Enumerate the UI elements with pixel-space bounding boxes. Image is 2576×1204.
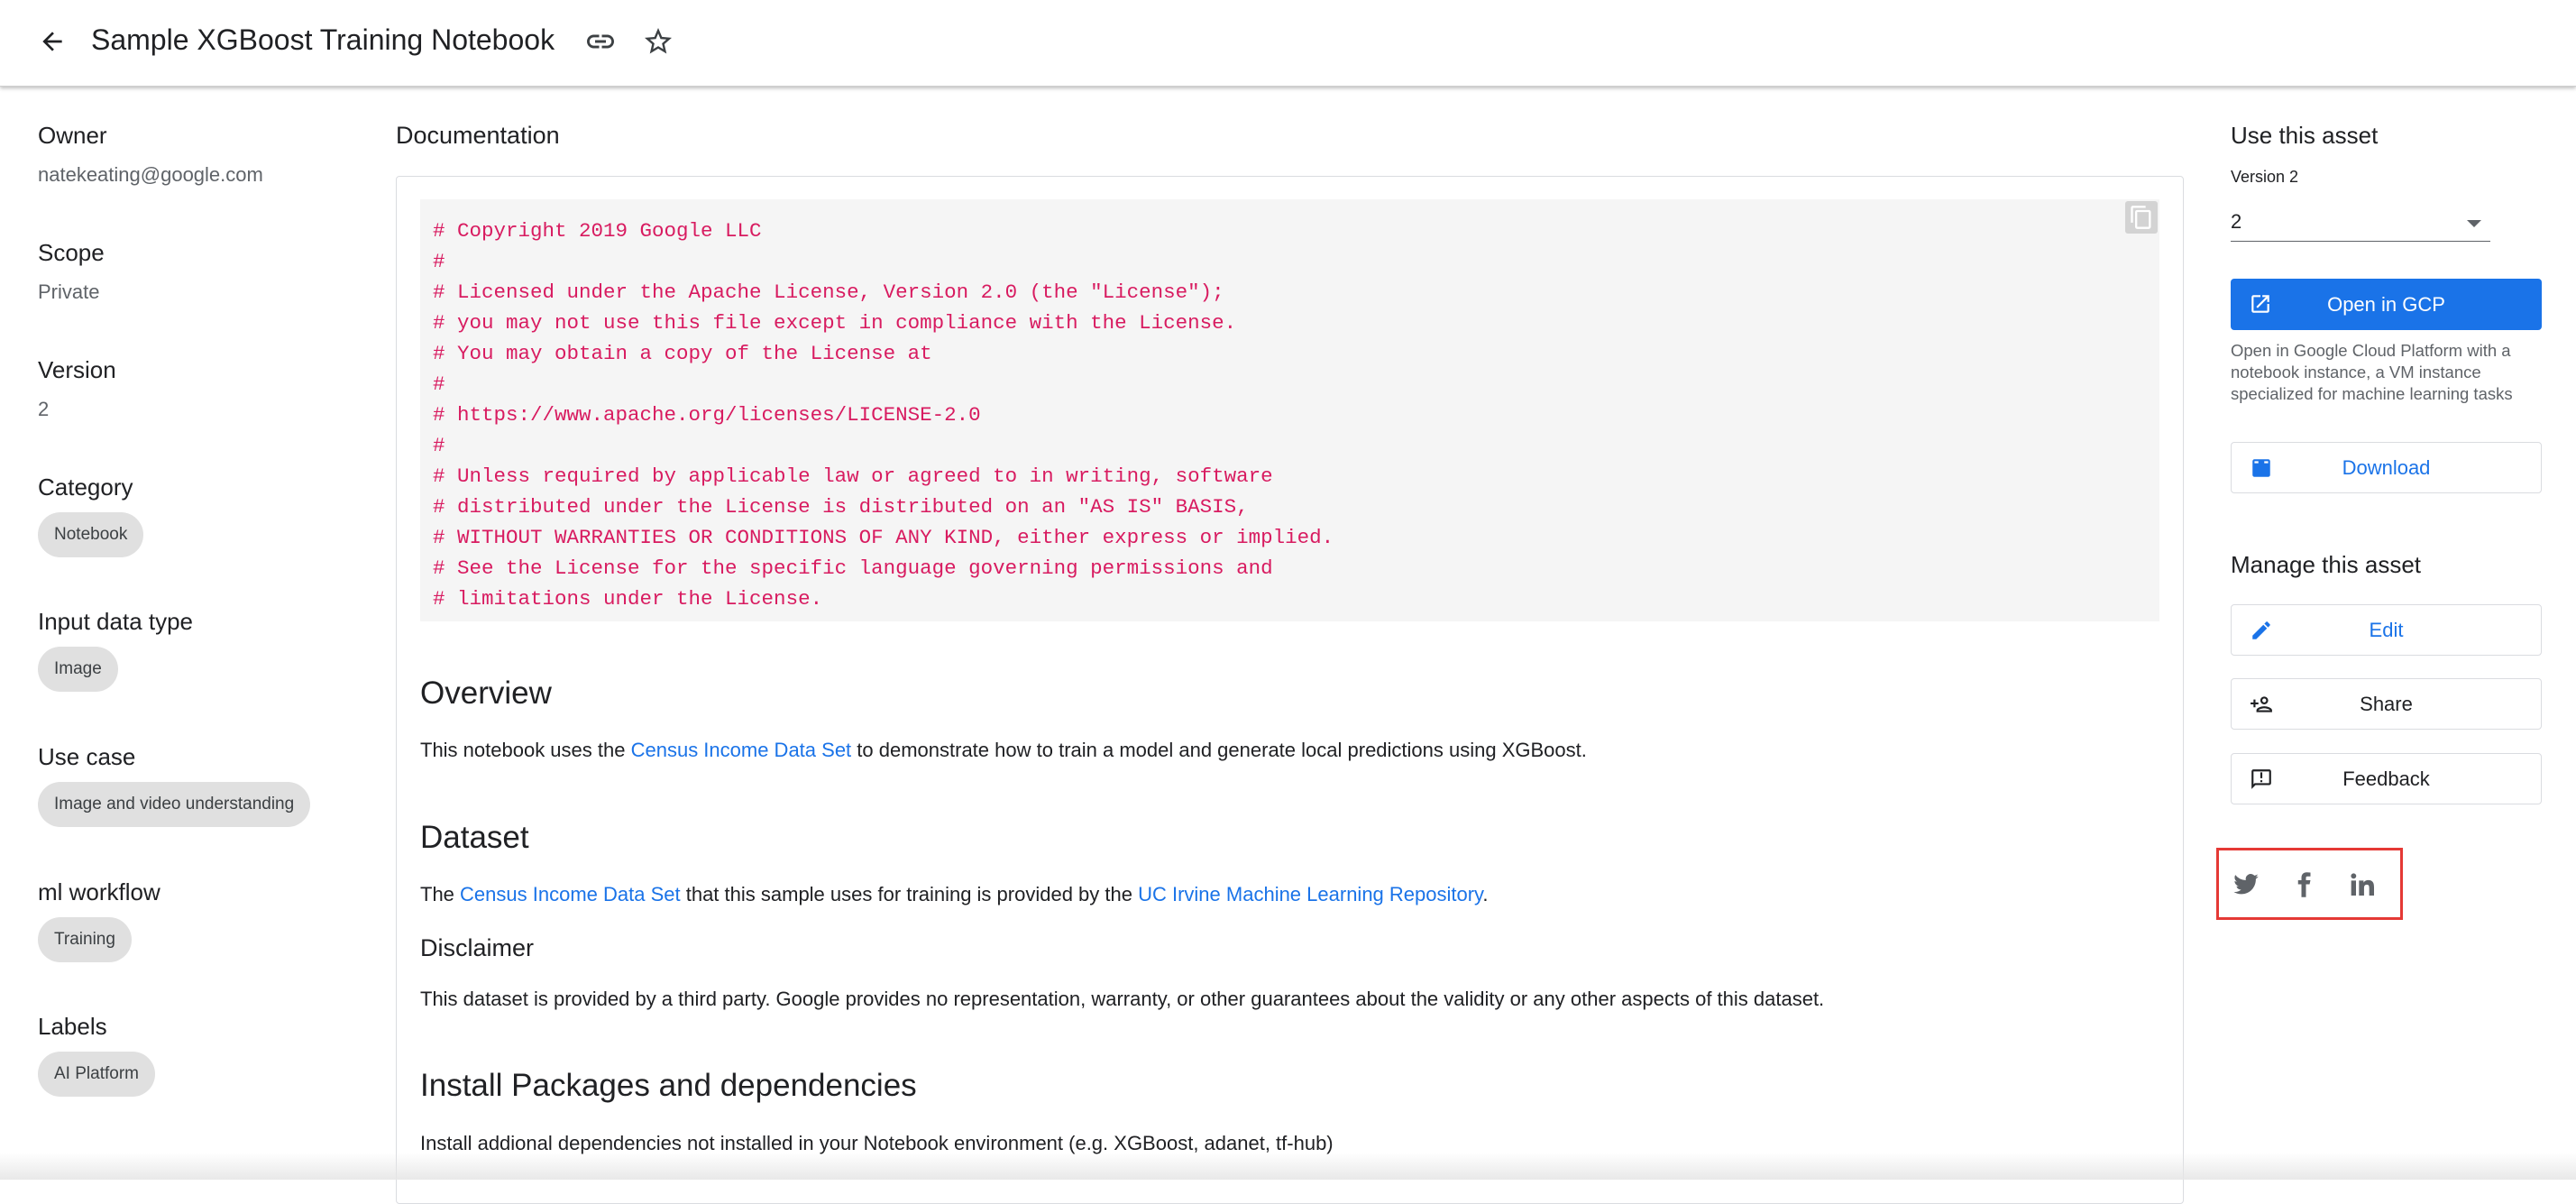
copy-code-button[interactable] xyxy=(2125,201,2158,234)
scope-label: Scope xyxy=(38,239,105,266)
favorite-button[interactable] xyxy=(637,20,680,63)
category-chip[interactable]: Notebook xyxy=(38,512,144,557)
open-in-gcp-label: Open in GCP xyxy=(2327,292,2445,316)
scope-value: Private xyxy=(38,280,100,303)
download-label: Download xyxy=(2342,455,2431,479)
version-value: 2 xyxy=(38,398,50,420)
code-line: # https://www.apache.org/licenses/LICENS… xyxy=(433,403,981,427)
disclaimer-paragraph: This dataset is provided by a third part… xyxy=(420,988,1825,1010)
code-line: # distributed under the License is distr… xyxy=(433,495,1249,519)
ml-workflow-section: ml workflow Training xyxy=(38,878,362,962)
input-data-type-chip[interactable]: Image xyxy=(38,647,118,692)
code-line: # Licensed under the Apache License, Ver… xyxy=(433,280,1224,304)
overview-paragraph: This notebook uses the Census Income Dat… xyxy=(420,737,1587,764)
share-label: Share xyxy=(2360,692,2413,715)
linkedin-share-button[interactable] xyxy=(2343,867,2379,903)
code-line: # Copyright 2019 Google LLC xyxy=(433,219,762,243)
code-block: # Copyright 2019 Google LLC # # Licensed… xyxy=(420,199,2159,621)
ml-workflow-label: ml workflow xyxy=(38,878,160,905)
census-income-link[interactable]: Census Income Data Set xyxy=(631,739,852,761)
open-in-new-icon xyxy=(2251,295,2269,313)
code-line: # you may not use this file except in co… xyxy=(433,311,1237,335)
code-line: # xyxy=(433,372,445,396)
owner-label: Owner xyxy=(38,122,107,149)
copy-link-button[interactable] xyxy=(579,20,622,63)
manage-asset-heading: Manage this asset xyxy=(2231,551,2422,578)
version-select-value: 2 xyxy=(2231,210,2242,233)
version-select-label: Version 2 xyxy=(2231,168,2299,186)
code-line: # xyxy=(433,434,445,457)
twitter-share-button[interactable] xyxy=(2228,867,2264,903)
use-case-label: Use case xyxy=(38,743,136,770)
download-button[interactable]: Download xyxy=(2231,442,2542,493)
code-line: # xyxy=(433,250,445,273)
twitter-icon xyxy=(2233,874,2259,895)
overview-text: to demonstrate how to train a model and … xyxy=(851,739,1587,761)
dropdown-arrow-icon xyxy=(2467,220,2481,227)
version-label: Version xyxy=(38,356,116,383)
feedback-button[interactable]: Feedback xyxy=(2231,753,2542,804)
labels-label: Labels xyxy=(38,1013,107,1040)
disclaimer-heading: Disclaimer xyxy=(420,934,535,961)
linkedin-icon xyxy=(2351,873,2374,896)
star-outline-icon xyxy=(645,28,672,54)
open-in-gcp-button[interactable]: Open in GCP xyxy=(2231,279,2542,330)
social-share-highlight xyxy=(2216,848,2403,920)
dataset-text: The xyxy=(420,883,461,905)
input-data-type-label: Input data type xyxy=(38,608,194,635)
top-app-bar: Sample XGBoost Training Notebook xyxy=(0,0,2576,87)
feedback-label: Feedback xyxy=(2342,767,2430,790)
back-button[interactable] xyxy=(32,22,72,61)
arrow-back-icon xyxy=(42,32,62,51)
category-label: Category xyxy=(38,473,133,501)
edit-label: Edit xyxy=(2369,618,2404,641)
pencil-icon xyxy=(2252,621,2270,639)
scroll-fade xyxy=(0,1153,2576,1180)
census-income-link[interactable]: Census Income Data Set xyxy=(460,883,681,905)
person-add-icon xyxy=(2251,696,2272,712)
code-line: # See the License for the specific langu… xyxy=(433,556,1273,580)
open-in-gcp-description: Open in Google Cloud Platform with a not… xyxy=(2231,341,2513,403)
edit-button[interactable]: Edit xyxy=(2231,604,2542,656)
code-line: # You may obtain a copy of the License a… xyxy=(433,342,932,365)
ml-workflow-chip[interactable]: Training xyxy=(38,917,132,962)
documentation-heading: Documentation xyxy=(396,122,560,149)
dataset-paragraph: The Census Income Data Set that this sam… xyxy=(420,881,1489,908)
dataset-heading: Dataset xyxy=(420,820,529,855)
input-data-type-section: Input data type Image xyxy=(38,607,362,692)
feedback-icon xyxy=(2251,769,2271,789)
version-select[interactable]: 2 xyxy=(2231,202,2490,242)
copy-icon xyxy=(2131,206,2151,229)
owner-value: natekeating@google.com xyxy=(38,163,263,186)
uci-repository-link[interactable]: UC Irvine Machine Learning Repository xyxy=(1138,883,1482,905)
dataset-text: . xyxy=(1482,883,1489,905)
use-asset-heading: Use this asset xyxy=(2231,122,2379,149)
code-line: # WITHOUT WARRANTIES OR CONDITIONS OF AN… xyxy=(433,526,1334,549)
share-button[interactable]: Share xyxy=(2231,678,2542,730)
use-case-section: Use case Image and video understanding xyxy=(38,742,362,827)
dataset-text: that this sample uses for training is pr… xyxy=(680,883,1139,905)
code-line: # Unless required by applicable law or a… xyxy=(433,464,1273,488)
facebook-icon xyxy=(2297,872,2311,897)
code-line: # limitations under the License. xyxy=(433,587,823,611)
install-heading: Install Packages and dependencies xyxy=(420,1068,917,1103)
link-icon xyxy=(587,34,614,49)
labels-chip[interactable]: AI Platform xyxy=(38,1052,155,1097)
overview-text: This notebook uses the xyxy=(420,739,631,761)
category-section: Category Notebook xyxy=(38,473,362,557)
owner-section: Owner natekeating@google.com xyxy=(38,121,362,188)
use-case-chip[interactable]: Image and video understanding xyxy=(38,782,311,827)
overview-heading: Overview xyxy=(420,676,552,711)
labels-section: Labels AI Platform xyxy=(38,1012,362,1097)
facebook-share-button[interactable] xyxy=(2286,867,2322,903)
scope-section: Scope Private xyxy=(38,238,362,305)
version-section: Version 2 xyxy=(38,355,362,422)
download-icon xyxy=(2252,459,2270,477)
page-title: Sample XGBoost Training Notebook xyxy=(91,23,555,56)
